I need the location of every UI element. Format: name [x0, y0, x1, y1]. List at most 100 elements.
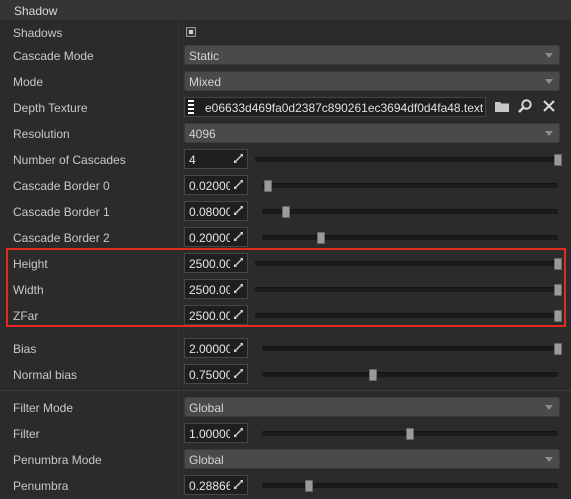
group-divider — [0, 390, 571, 391]
number-of-cascades-slider[interactable] — [255, 154, 562, 166]
depth-texture-field[interactable]: e06633d469fa0d2387c890261ec3694df0d4fa48… — [184, 97, 486, 117]
shadows-label: Shadows — [13, 26, 63, 40]
drag-arrows-icon[interactable] — [230, 254, 247, 272]
drag-arrows-icon[interactable] — [230, 202, 247, 220]
zfar-input[interactable]: 2500.00 — [184, 305, 248, 325]
slider-handle[interactable] — [369, 369, 377, 381]
width-label: Width — [13, 283, 44, 297]
drag-arrows-icon[interactable] — [230, 476, 247, 494]
height-input[interactable]: 2500.00 — [184, 253, 248, 273]
penumbra-value: 0.28866 — [189, 479, 233, 493]
drag-arrows-icon[interactable] — [230, 228, 247, 246]
drag-arrows-icon[interactable] — [230, 424, 247, 442]
filter-mode-label: Filter Mode — [13, 401, 74, 415]
bias-input[interactable]: 2.00000 — [184, 338, 248, 358]
chevron-down-icon — [545, 457, 553, 462]
filter-mode-value: Global — [189, 401, 224, 415]
slider-handle[interactable] — [406, 428, 414, 440]
mode-dropdown[interactable]: Mixed — [184, 71, 560, 91]
cascade-border-1-label: Cascade Border 1 — [13, 205, 110, 219]
zfar-value: 2500.00 — [189, 309, 233, 323]
number-of-cascades-label: Number of Cascades — [13, 153, 126, 167]
height-label: Height — [13, 257, 48, 271]
folder-icon[interactable] — [494, 98, 510, 114]
slider-handle[interactable] — [317, 232, 326, 244]
normal-bias-input[interactable]: 0.75000 — [184, 364, 248, 384]
height-slider[interactable] — [255, 258, 562, 270]
bias-slider[interactable] — [262, 343, 562, 355]
penumbra-row: Penumbra 0.28866 — [0, 473, 571, 499]
mode-row: Mode Mixed — [0, 69, 571, 95]
zfar-slider[interactable] — [255, 310, 562, 322]
cascade-border-2-input[interactable]: 0.20000 — [184, 227, 248, 247]
cascade-mode-dropdown[interactable]: Static — [184, 45, 560, 65]
filter-row: Filter 1.00000 — [0, 421, 571, 447]
cascade-border-0-input[interactable]: 0.02000 — [184, 175, 248, 195]
filter-slider[interactable] — [262, 428, 558, 440]
width-slider[interactable] — [255, 284, 562, 296]
penumbra-mode-row: Penumbra Mode Global — [0, 447, 571, 473]
filter-mode-dropdown[interactable]: Global — [184, 397, 560, 417]
penumbra-mode-value: Global — [189, 453, 224, 467]
bias-value: 2.00000 — [189, 342, 233, 356]
resolution-dropdown[interactable]: 4096 — [184, 123, 560, 143]
slider-handle[interactable] — [554, 343, 562, 355]
drag-arrows-icon[interactable] — [230, 339, 247, 357]
cascade-border-2-label: Cascade Border 2 — [13, 231, 110, 245]
texture-thumbnail-icon — [188, 100, 194, 114]
drag-arrows-icon[interactable] — [230, 365, 247, 383]
filter-label: Filter — [13, 427, 40, 441]
mode-label: Mode — [13, 75, 44, 89]
slider-handle[interactable] — [554, 284, 562, 296]
depth-texture-row: Depth Texture e06633d469fa0d2387c890261e… — [0, 95, 571, 121]
slider-handle[interactable] — [554, 258, 562, 270]
drag-arrows-icon[interactable] — [230, 176, 247, 194]
shadows-checkbox[interactable] — [186, 27, 196, 37]
slider-handle[interactable] — [554, 154, 562, 166]
zfar-row: ZFar 2500.00 — [0, 303, 571, 329]
filter-value: 1.00000 — [189, 427, 233, 441]
zfar-label: ZFar — [13, 309, 39, 323]
section-header-shadow[interactable]: Shadow — [0, 0, 571, 20]
cascade-border-0-slider[interactable] — [262, 180, 558, 192]
cascade-border-1-input[interactable]: 0.08000 — [184, 201, 248, 221]
cascade-border-2-row: Cascade Border 2 0.20000 — [0, 225, 571, 251]
resolution-row: Resolution 4096 — [0, 121, 571, 147]
close-icon[interactable] — [541, 98, 557, 114]
width-input[interactable]: 2500.00 — [184, 279, 248, 299]
search-icon[interactable] — [517, 98, 533, 114]
penumbra-label: Penumbra — [13, 479, 69, 493]
drag-arrows-icon[interactable] — [230, 280, 247, 298]
slider-handle[interactable] — [263, 180, 272, 192]
depth-texture-label: Depth Texture — [13, 101, 88, 115]
slider-handle[interactable] — [554, 310, 562, 322]
cascade-border-2-slider[interactable] — [262, 232, 558, 244]
chevron-down-icon — [545, 53, 553, 58]
width-row: Width 2500.00 — [0, 277, 571, 303]
normal-bias-label: Normal bias — [13, 368, 78, 382]
bias-label: Bias — [13, 342, 37, 356]
cascade-mode-value: Static — [189, 49, 220, 63]
cascade-border-2-value: 0.20000 — [189, 231, 233, 245]
drag-arrows-icon[interactable] — [230, 306, 247, 324]
penumbra-mode-dropdown[interactable]: Global — [184, 449, 560, 469]
resolution-value: 4096 — [189, 127, 216, 141]
penumbra-slider[interactable] — [262, 480, 558, 492]
cascade-border-1-row: Cascade Border 1 0.08000 — [0, 199, 571, 225]
height-row: Height 2500.00 — [0, 251, 571, 277]
penumbra-input[interactable]: 0.28866 — [184, 475, 248, 495]
filter-mode-row: Filter Mode Global — [0, 395, 571, 421]
drag-arrows-icon[interactable] — [230, 150, 247, 168]
cascade-mode-label: Cascade Mode — [13, 49, 94, 63]
number-of-cascades-input[interactable]: 4 — [184, 149, 248, 169]
filter-input[interactable]: 1.00000 — [184, 423, 248, 443]
normal-bias-row: Normal bias 0.75000 — [0, 362, 571, 388]
normal-bias-slider[interactable] — [262, 369, 558, 381]
cascade-border-1-slider[interactable] — [262, 206, 558, 218]
number-of-cascades-value: 4 — [189, 153, 196, 167]
cascade-border-0-row: Cascade Border 0 0.02000 — [0, 173, 571, 199]
cascade-mode-row: Cascade Mode Static — [0, 43, 571, 69]
normal-bias-value: 0.75000 — [189, 368, 233, 382]
slider-handle[interactable] — [281, 206, 290, 218]
slider-handle[interactable] — [305, 480, 314, 492]
